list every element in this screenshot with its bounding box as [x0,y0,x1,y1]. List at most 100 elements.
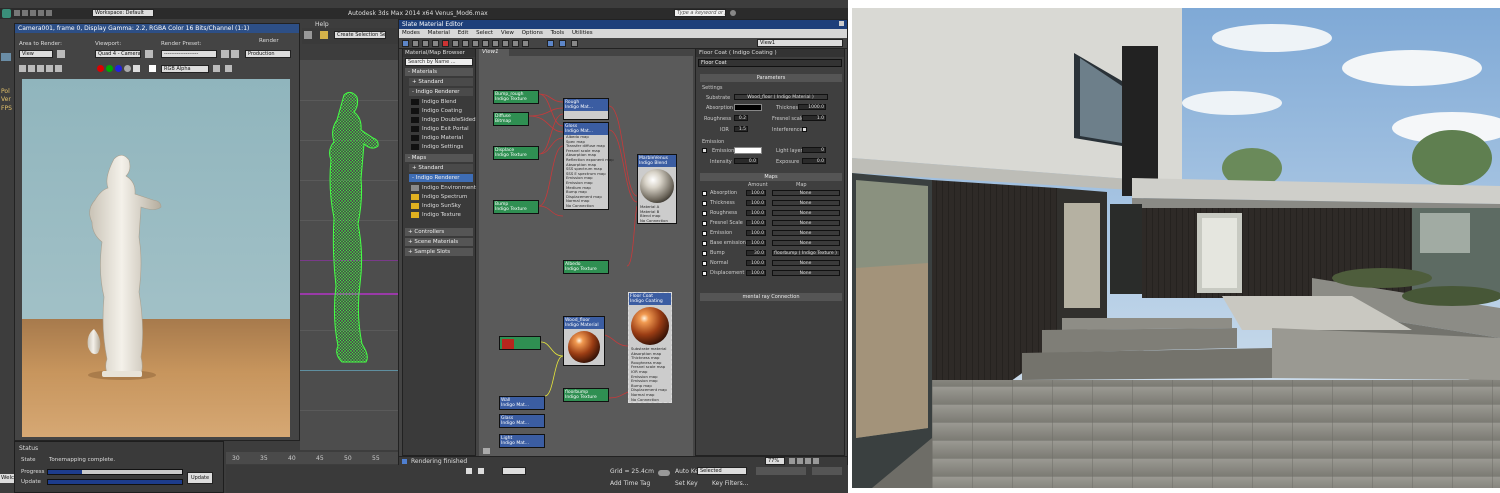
show-background-icon[interactable] [482,40,489,47]
interference-checkbox[interactable] [802,127,807,132]
map-slot-button[interactable]: floorbump ( Indigo Texture ) [772,250,840,256]
pick-material-icon[interactable] [412,40,419,47]
show-map-icon[interactable] [472,40,479,47]
menu-utilities[interactable]: Utilities [572,30,593,36]
node-slot[interactable]: No Connection [629,397,671,403]
copy-image-icon[interactable] [28,65,35,72]
zoom-dropdown[interactable]: 77% [765,457,785,465]
viewport-dropdown[interactable]: Quad 4 - Camera [95,50,141,58]
emission-checkbox[interactable] [702,148,707,153]
parameters-rollout[interactable]: Parameters [700,74,842,82]
new-file-icon[interactable] [14,10,20,16]
list-item[interactable]: Indigo SunSky [403,202,475,211]
maps-indigo-renderer[interactable]: - Indigo Renderer [409,174,473,182]
map-amount-spinner[interactable]: 100.0 [746,260,766,266]
list-item[interactable]: Indigo DoubleSided [403,116,476,125]
search-input[interactable]: Type a keyword or phrase [674,9,726,17]
material-map-browser-icon[interactable] [512,40,519,47]
light-layer-spinner[interactable]: 0 [802,147,826,153]
render-button[interactable]: Render [259,38,279,44]
map-amount-spinner[interactable]: 30.0 [746,250,766,256]
fresnel-spinner[interactable]: 1.0 [802,115,826,121]
list-item[interactable]: Indigo Texture [403,211,475,220]
map-amount-spinner[interactable]: 100.0 [746,240,766,246]
render-preset-dropdown[interactable]: ------------------- [161,50,217,58]
zoom-region-icon[interactable] [805,458,811,464]
map-slot-button[interactable]: None [772,200,840,206]
lock-viewport-icon[interactable] [145,50,153,58]
list-item[interactable]: Indigo Blend [403,98,475,107]
materials-section[interactable]: - Materials [405,68,473,76]
move-children-icon[interactable] [452,40,459,47]
select-icon[interactable] [304,31,312,39]
list-item[interactable]: Indigo Environment [403,184,476,193]
map-enable-checkbox[interactable] [702,241,707,246]
map-amount-spinner[interactable]: 100.0 [746,190,766,196]
venus-wireframe[interactable] [300,60,398,450]
node-red-texture[interactable] [499,336,541,350]
search-icon[interactable] [730,10,736,16]
zoom-extents-icon[interactable] [813,458,819,464]
key-mode-dropdown[interactable]: Selected [697,467,747,475]
node-floorbump[interactable]: floorbump Indigo Texture [563,388,609,402]
hide-unused-icon[interactable] [462,40,469,47]
print-icon[interactable] [46,65,53,72]
search-node-icon[interactable] [571,40,578,47]
maps-standard[interactable]: + Standard [409,164,473,172]
map-enable-checkbox[interactable] [702,251,707,256]
render-setup-icon[interactable] [221,50,229,58]
map-slot-button[interactable]: None [772,190,840,196]
map-amount-spinner[interactable]: 100.0 [746,220,766,226]
select-link-icon[interactable] [320,31,328,39]
materials-indigo-renderer[interactable]: - Indigo Renderer [409,88,473,96]
map-slot-button[interactable]: None [772,270,840,276]
controllers-section[interactable]: + Controllers [405,228,473,236]
node-bump-rough[interactable]: Bump_rough Indigo Texture [493,90,539,104]
playback-controls[interactable] [756,467,806,475]
workspace-dropdown[interactable]: Workspace: Default [92,9,154,17]
intensity-spinner[interactable]: 0.0 [734,158,758,164]
select-tool-icon[interactable] [402,40,409,47]
open-file-icon[interactable] [22,10,28,16]
toggle-ui-icon[interactable] [213,65,220,72]
emission-color-swatch[interactable] [734,147,762,154]
navigator-icon[interactable] [547,40,554,47]
x-coordinate-field[interactable] [502,467,526,475]
scene-materials-section[interactable]: + Scene Materials [405,238,473,246]
map-enable-checkbox[interactable] [702,231,707,236]
map-amount-spinner[interactable]: 100.0 [746,270,766,276]
map-slot-button[interactable]: None [772,220,840,226]
help-menu[interactable]: Help [315,21,329,28]
node-glass[interactable]: Glass Indigo Mat... [499,414,545,428]
add-time-tag[interactable]: Add Time Tag [610,480,650,487]
node-light[interactable]: Light Indigo Mat... [499,434,545,448]
node-view[interactable]: Bump_rough Indigo Texture Diffuse Bitmap D… [479,56,693,456]
map-enable-checkbox[interactable] [702,211,707,216]
update-button[interactable]: Update [187,472,213,484]
view-dropdown[interactable]: View1 [757,39,843,47]
close-icon[interactable] [839,21,844,26]
materials-standard[interactable]: + Standard [409,78,473,86]
map-slot-button[interactable]: None [772,210,840,216]
clear-icon[interactable] [55,65,62,72]
absolute-mode-icon[interactable] [478,468,484,474]
maps-rollout[interactable]: Maps [700,173,842,181]
map-amount-spinner[interactable]: 100.0 [746,200,766,206]
node-albedo[interactable]: Albedo Indigo Texture [563,260,609,274]
menu-options[interactable]: Options [522,30,543,36]
key-icon[interactable] [658,470,670,476]
set-key-button[interactable]: Set Key [675,480,698,487]
list-item[interactable]: Indigo Spectrum [403,193,475,202]
list-item[interactable]: Indigo Exit Portal [403,125,475,134]
node-rough[interactable]: Rough Indigo Mat... [563,98,609,120]
map-enable-checkbox[interactable] [702,271,707,276]
node-diffuse[interactable]: Diffuse Bitmap [493,112,529,126]
node-slot[interactable]: No Connection [638,218,676,224]
edit-region-icon[interactable] [57,50,65,58]
map-enable-checkbox[interactable] [702,201,707,206]
swatch-icon[interactable] [149,65,156,72]
delete-icon[interactable] [442,40,449,47]
view-icon[interactable] [559,40,566,47]
render-mode-dropdown[interactable]: Production [245,50,291,58]
roughness-spinner[interactable]: 0.2 [734,115,748,121]
